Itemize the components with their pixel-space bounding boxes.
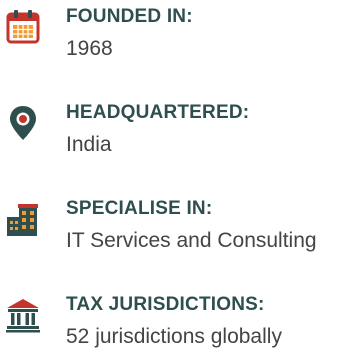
fact-tax-jurisdictions-heading: TAX JURISDICTIONS: (66, 294, 265, 315)
fact-specialisation-value: IT Services and Consulting (66, 229, 317, 252)
calendar-icon (4, 8, 42, 46)
fact-specialisation-heading: SPECIALISE IN: (66, 198, 213, 219)
fact-founded-value: 1968 (66, 37, 113, 60)
fact-headquartered-value: India (66, 133, 112, 156)
office-building-icon (4, 200, 42, 238)
fact-tax-jurisdictions: TAX JURISDICTIONS: 52 jurisdictions glob… (0, 288, 353, 358)
fact-founded: FOUNDED IN: 1968 (0, 0, 353, 70)
company-facts-list: FOUNDED IN: 1968 HEADQUARTERED: India SP… (0, 0, 353, 363)
fact-tax-jurisdictions-value: 52 jurisdictions globally (66, 325, 282, 348)
fact-specialisation: SPECIALISE IN: IT Services and Consultin… (0, 192, 353, 262)
fact-headquartered-heading: HEADQUARTERED: (66, 102, 250, 123)
government-building-icon (4, 296, 42, 334)
fact-founded-heading: FOUNDED IN: (66, 6, 193, 27)
fact-headquartered: HEADQUARTERED: India (0, 96, 353, 166)
location-pin-icon (4, 104, 42, 142)
